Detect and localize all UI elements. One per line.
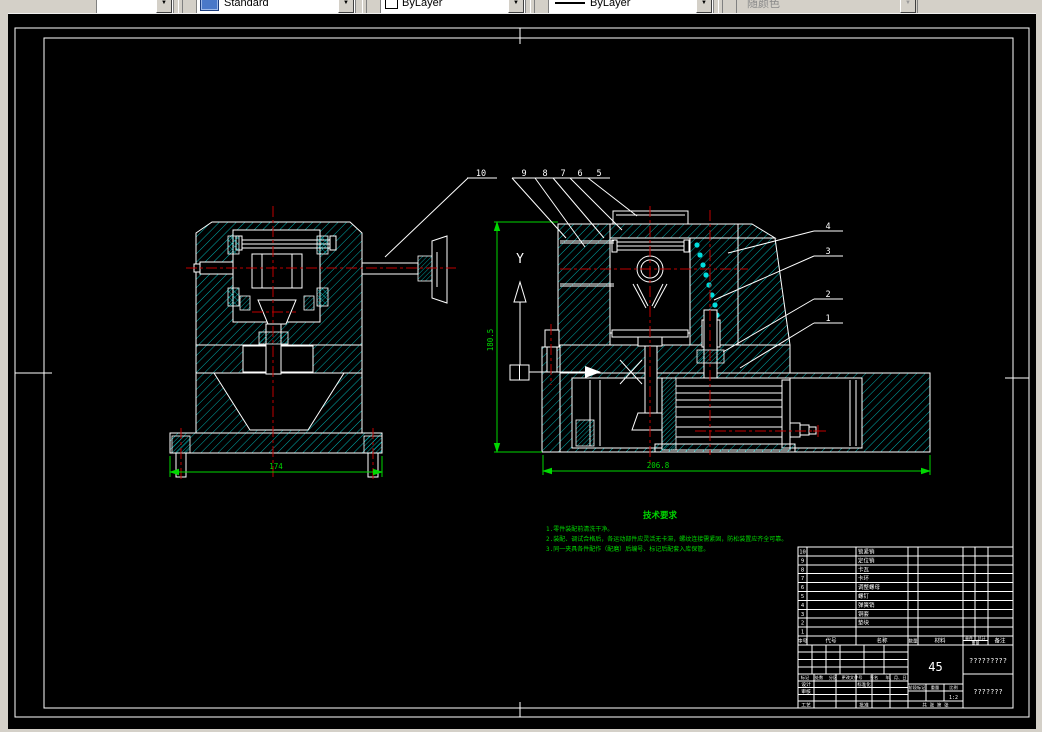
label-date: 年、月、日 xyxy=(886,674,907,681)
label-standardize: 标准化 xyxy=(857,681,871,688)
side-width-dimension: 206.8 xyxy=(542,455,931,475)
label-process: 工艺 xyxy=(801,702,811,708)
label-weight: 重量 xyxy=(931,684,939,691)
chevron-down-icon: ▼ xyxy=(900,0,916,13)
note-line-1: 1.零件装配前清洗干净。 xyxy=(546,525,613,533)
bom-row-seq: 10 xyxy=(799,550,806,556)
label-stage: 阶段标记 xyxy=(909,684,927,691)
label-audit: 审核 xyxy=(801,688,811,695)
bom-header-seq: 序号 xyxy=(798,638,808,645)
bom-row-name: 定位销 xyxy=(858,556,875,564)
doc-code: ??????? xyxy=(973,688,1003,696)
callout-1: 1 xyxy=(825,314,830,324)
bom-header-name: 名称 xyxy=(876,637,888,645)
bom-row-seq: 9 xyxy=(801,558,804,564)
callout-6: 6 xyxy=(577,169,582,179)
front-width-dim-text: 174 xyxy=(269,462,283,471)
bom-row-seq: 3 xyxy=(801,612,804,618)
callout-4: 4 xyxy=(825,222,830,232)
toolbar-separator xyxy=(178,0,183,13)
callout-3: 3 xyxy=(825,247,830,257)
style-combo[interactable]: Standard ▼ xyxy=(196,0,356,13)
side-height-dim-text: 180.5 xyxy=(486,329,495,352)
notes-title: 技术要求 xyxy=(643,510,678,521)
chevron-down-icon[interactable]: ▼ xyxy=(696,0,712,13)
chevron-down-icon[interactable]: ▼ xyxy=(156,0,172,13)
bom-row-seq: 7 xyxy=(801,576,804,582)
bom-row-name: 卡环 xyxy=(858,574,870,582)
bom-row-seq: 4 xyxy=(801,603,805,609)
bom-row-name: 调整螺母 xyxy=(858,583,881,591)
bom-row-name: 铜套 xyxy=(858,610,870,618)
sheet-count: 共 张 第 张 xyxy=(922,701,949,708)
plotstyle-combo: 随颜色 ▼ xyxy=(736,0,918,13)
style-combo-value: Standard xyxy=(224,0,269,9)
plotstyle-combo-value: 随颜色 xyxy=(747,0,780,10)
bom-header-remark: 备注 xyxy=(994,637,1006,645)
callout-2: 2 xyxy=(825,290,830,300)
title-block: 序号 代号 名称 数量 材料 单件 总计 重量 备注 10 锁紧销 9 定位销 … xyxy=(797,546,1014,709)
bom-row-name: 卡瓦 xyxy=(858,565,870,573)
toolbar: ▼ Standard ▼ ByLayer ▼ ByLayer ▼ 随颜色 ▼ xyxy=(0,0,1042,13)
bom-row-seq: 5 xyxy=(801,594,804,600)
side-view: Y 180.5 206.8 xyxy=(486,206,931,475)
scale-value: 1:2 xyxy=(949,695,958,701)
callout-7: 7 xyxy=(560,169,565,179)
app-window: ▼ Standard ▼ ByLayer ▼ ByLayer ▼ 随颜色 ▼ 1… xyxy=(0,0,1042,732)
bom-row-name: 螺钉 xyxy=(858,592,870,600)
color-combo[interactable]: ByLayer ▼ xyxy=(380,0,526,13)
color-combo-value: ByLayer xyxy=(402,0,443,9)
label-mark: 标记 xyxy=(801,674,810,681)
label-design: 设计 xyxy=(801,681,811,688)
side-width-dim-text: 206.8 xyxy=(647,461,670,470)
bom-row-name: 弹簧销 xyxy=(858,601,875,609)
label-scale: 比例 xyxy=(949,684,957,691)
material-value: 45 xyxy=(928,660,942,674)
label-sign: 签名 xyxy=(870,674,878,681)
bom-header-qty: 数量 xyxy=(909,638,918,645)
label-zone: 分区 xyxy=(829,674,837,681)
technical-notes: 技术要求 1.零件装配前清洗干净。 2.装配、调试合格后，各运动部件应灵活无卡滞… xyxy=(546,510,787,553)
bom-row-seq: 1 xyxy=(801,630,804,636)
toolbar-separator xyxy=(718,0,723,13)
toolbar-separator xyxy=(362,0,367,13)
bom-header-material: 材料 xyxy=(934,637,946,645)
toolbar-separator xyxy=(530,0,535,13)
label-approve: 批准 xyxy=(859,701,869,708)
bom-row-seq: 8 xyxy=(801,567,804,573)
front-view: 174 xyxy=(169,206,456,481)
linetype-combo[interactable]: ByLayer ▼ xyxy=(548,0,714,13)
linetype-sample-icon xyxy=(555,2,585,4)
chevron-down-icon[interactable]: ▼ xyxy=(338,0,354,13)
callout-10: 10 xyxy=(476,169,486,179)
style-icon xyxy=(200,0,219,11)
callout-5: 5 xyxy=(596,169,601,179)
axis-y-label: Y xyxy=(516,252,524,267)
doc-name: ????????? xyxy=(969,657,1007,665)
chevron-down-icon[interactable]: ▼ xyxy=(508,0,524,13)
drawing-canvas[interactable]: 1 7 4 Y 180.5 206.8 10 9 8 7 6 5 4 3 2 1 技… xyxy=(8,13,1036,729)
callout-8: 8 xyxy=(542,169,547,179)
bom-header-code: 代号 xyxy=(825,637,837,645)
bom-row-seq: 6 xyxy=(801,585,804,591)
workspace-combo[interactable]: ▼ xyxy=(96,0,174,13)
note-line-2: 2.装配、调试合格后，各运动部件应灵活无卡滞，螺纹连接需紧固，防松装置应齐全可靠… xyxy=(546,535,787,543)
linetype-combo-value: ByLayer xyxy=(590,0,631,9)
bom-row-seq: 2 xyxy=(801,621,804,627)
front-width-dimension: 174 xyxy=(169,456,383,477)
note-line-3: 3.同一夹具各件配作（配磨）后编号、标记后配套入库保管。 xyxy=(546,545,709,553)
cad-drawing: 1 7 4 Y 180.5 206.8 10 9 8 7 6 5 4 3 2 1 技… xyxy=(14,27,1030,718)
callout-9: 9 xyxy=(521,169,526,179)
bom-row-name: 锁紧销 xyxy=(858,548,875,556)
color-swatch-icon xyxy=(385,0,398,9)
bom-header-weight: 重量 xyxy=(972,639,980,645)
label-count: 处数 xyxy=(815,674,824,681)
label-change-doc: 更改文件号 xyxy=(842,674,863,681)
bom-row-name: 垫块 xyxy=(858,619,870,627)
